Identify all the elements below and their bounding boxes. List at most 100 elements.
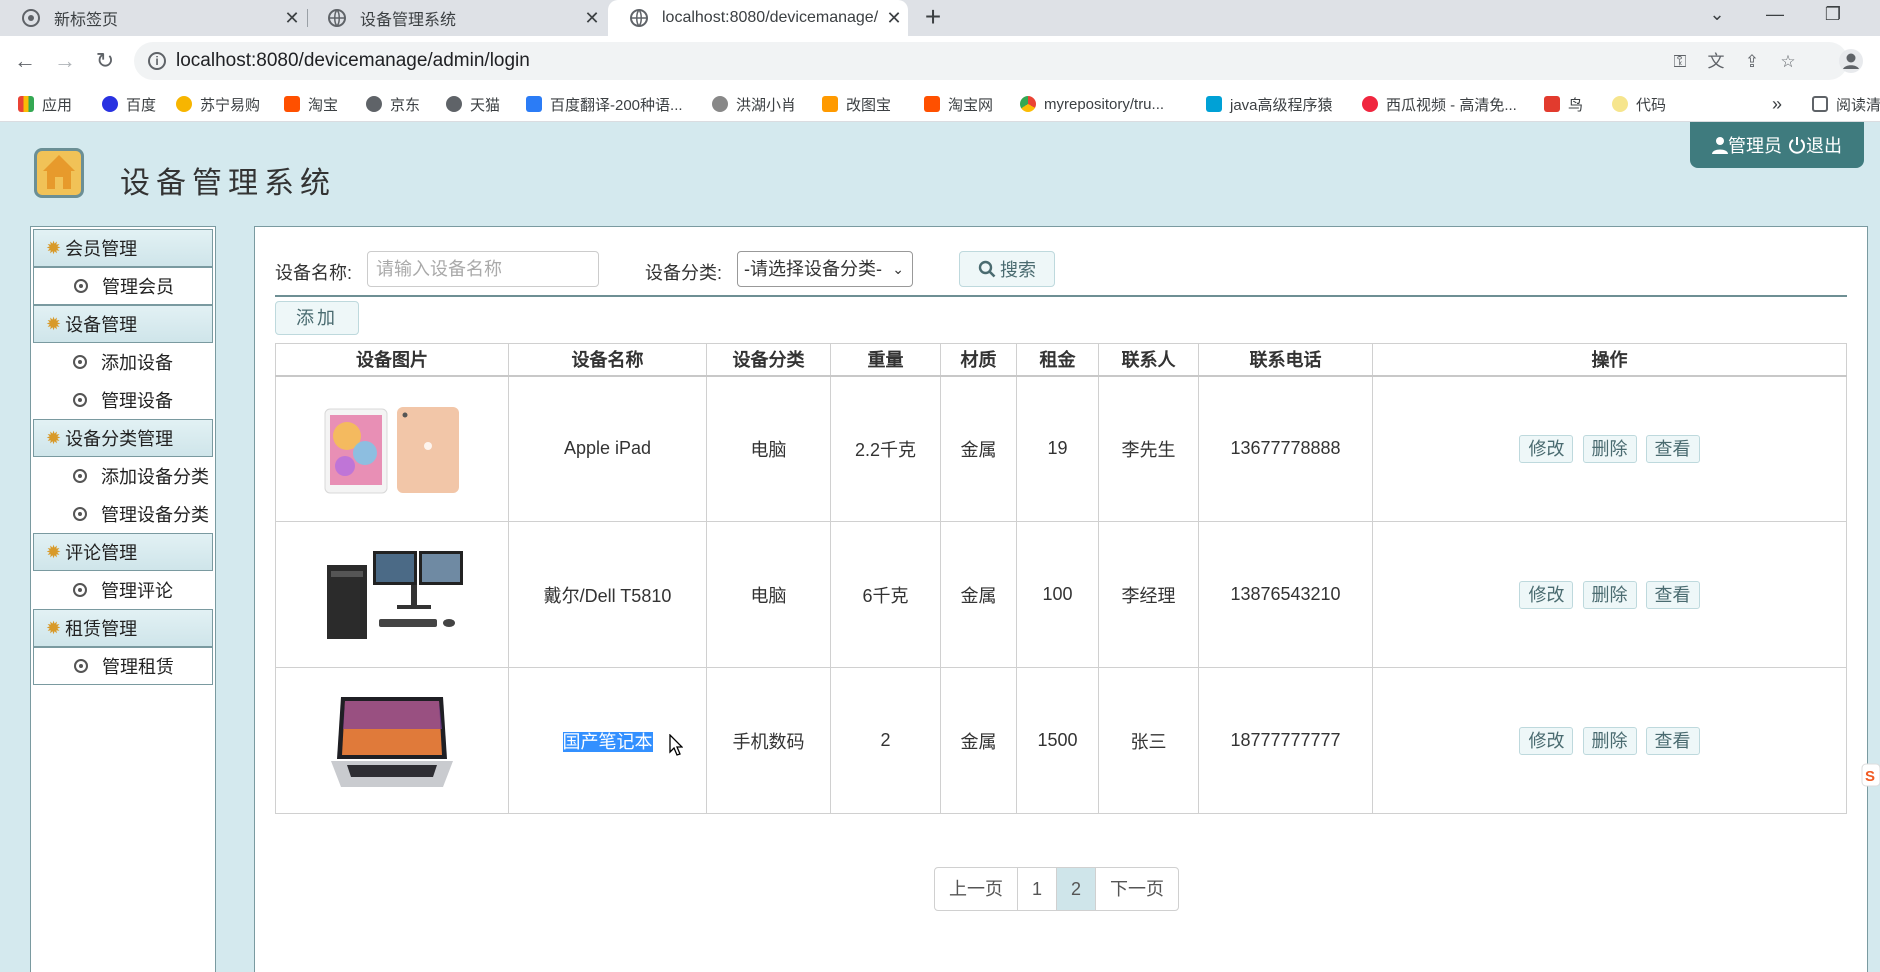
edit-button[interactable]: 修改	[1519, 434, 1574, 463]
xigua-video-icon	[1362, 96, 1378, 112]
bookmark-taobao-net[interactable]: 淘宝网	[924, 92, 993, 116]
sidebar-item-manage-categories[interactable]: 管理设备分类	[33, 495, 213, 533]
bookmark-label: 代码	[1636, 96, 1667, 114]
restore-icon[interactable]: ❐	[1804, 0, 1862, 32]
info-icon[interactable]: i	[148, 52, 166, 70]
view-button[interactable]: 查看	[1645, 580, 1700, 609]
delete-button[interactable]: 删除	[1582, 726, 1637, 755]
back-arrow-icon[interactable]: ←	[8, 44, 42, 78]
device-weight-cell: 6千克	[830, 521, 941, 668]
logout-link[interactable]: 退出	[1788, 132, 1842, 158]
profile-icon[interactable]	[1838, 48, 1864, 74]
bookmark-gaitubao[interactable]: 改图宝	[822, 92, 891, 116]
translate-icon[interactable]: 文	[1704, 50, 1728, 74]
bookmark-baidu-translate[interactable]: 百度翻译-200种语...	[526, 92, 683, 116]
reading-list[interactable]: 阅读清	[1812, 92, 1880, 116]
sidebar-item-manage-devices[interactable]: 管理设备	[33, 381, 213, 419]
sidebar-group-rentals[interactable]: ✹ 租赁管理	[33, 609, 213, 647]
bookmark-label: 西瓜视频 - 高清免...	[1386, 96, 1517, 114]
url-text[interactable]: localhost:8080/devicemanage/admin/login	[176, 50, 530, 72]
column-header: 操作	[1372, 343, 1847, 377]
browser-tab-device-system[interactable]: 设备管理系统 ✕	[306, 0, 606, 36]
sidebar-item-manage-comments[interactable]: 管理评论	[33, 571, 213, 609]
sidebar-group-comments[interactable]: ✹ 评论管理	[33, 533, 213, 571]
user-panel: 管理员 退出	[1690, 122, 1864, 168]
star-icon[interactable]: ☆	[1776, 50, 1800, 74]
home-icon[interactable]	[34, 148, 84, 198]
bookmark-code[interactable]: 代码	[1612, 92, 1666, 116]
globe-icon	[328, 9, 346, 27]
device-name-label: 设备名称:	[275, 263, 353, 283]
sidebar-group-label: 设备分类管理	[65, 429, 174, 449]
bookmark-label: 改图宝	[846, 96, 892, 114]
bookmark-jd[interactable]: 京东	[366, 92, 420, 116]
search-button[interactable]: 搜索	[959, 251, 1055, 287]
bookmark-taobao[interactable]: 淘宝	[284, 92, 338, 116]
main-panel: 设备名称: 设备分类: -请选择设备分类- ⌄ 搜索 添加 设备图片 设备名称 …	[254, 226, 1868, 972]
minimize-icon[interactable]: —	[1746, 0, 1804, 32]
device-name-input[interactable]	[367, 251, 599, 287]
bookmark-suning[interactable]: 苏宁易购	[176, 92, 260, 116]
delete-button[interactable]: 删除	[1582, 580, 1637, 609]
edit-button[interactable]: 修改	[1519, 726, 1574, 755]
radio-dot-icon	[73, 507, 87, 521]
share-icon[interactable]: ⇪	[1740, 50, 1764, 74]
prev-page-button[interactable]: 上一页	[934, 867, 1018, 911]
add-device-button[interactable]: 添加	[275, 301, 359, 335]
device-name-cell: 戴尔/Dell T5810	[508, 521, 707, 668]
sidebar-item-manage-rentals[interactable]: 管理租赁	[33, 647, 213, 685]
close-icon[interactable]: ✕	[278, 8, 306, 29]
sidebar-item-add-device[interactable]: 添加设备	[33, 343, 213, 381]
sidebar-item-label: 管理会员	[102, 277, 174, 297]
sidebar-item-manage-members[interactable]: 管理会员	[33, 267, 213, 305]
sidebar-group-device-categories[interactable]: ✹ 设备分类管理	[33, 419, 213, 457]
admin-link[interactable]: 管理员	[1712, 132, 1782, 158]
new-tab-button[interactable]: +	[918, 2, 948, 34]
browser-tab-active[interactable]: localhost:8080/devicemanage/ ✕	[608, 0, 908, 36]
page-content: 设备管理系统 管理员 退出 ✹ 会员管理 管理会员 ✹ 设备管理 添加设备 管理…	[0, 122, 1880, 972]
page-button-1[interactable]: 1	[1017, 867, 1058, 911]
close-icon[interactable]: ✕	[880, 8, 908, 29]
view-button[interactable]: 查看	[1645, 726, 1700, 755]
floating-widget-icon[interactable]: S	[1860, 762, 1880, 788]
sidebar-group-devices[interactable]: ✹ 设备管理	[33, 305, 213, 343]
bookmark-honghu[interactable]: 洪湖小肖	[712, 92, 796, 116]
delete-button[interactable]: 删除	[1582, 434, 1637, 463]
power-icon	[1789, 137, 1805, 154]
taobao-icon	[284, 96, 300, 112]
device-table: 设备图片 设备名称 设备分类 重量 材质 租金 联系人 联系电话 操作 Appl…	[275, 343, 1847, 814]
forward-arrow-icon[interactable]: →	[48, 44, 82, 78]
bookmark-bird[interactable]: 鸟	[1544, 92, 1583, 116]
bookmark-label: 淘宝网	[948, 96, 994, 114]
bookmark-myrepository[interactable]: myrepository/tru...	[1020, 92, 1164, 116]
tab-search-icon[interactable]: ⌄	[1688, 0, 1746, 32]
key-icon[interactable]: ⚿	[1668, 50, 1692, 74]
svg-text:S: S	[1865, 768, 1875, 785]
globe-icon	[630, 9, 648, 27]
bookmark-tmall[interactable]: 天猫	[446, 92, 500, 116]
address-bar[interactable]: i localhost:8080/devicemanage/admin/logi…	[134, 42, 1848, 80]
sidebar-item-add-category[interactable]: 添加设备分类	[33, 457, 213, 495]
more-bookmarks-icon[interactable]: »	[1772, 92, 1782, 116]
search-divider	[275, 295, 1847, 297]
page-button-2[interactable]: 2	[1056, 867, 1097, 911]
device-rent-cell: 100	[1016, 521, 1099, 668]
bookmark-baidu[interactable]: 百度	[102, 92, 156, 116]
bookmark-java[interactable]: java高级程序猿	[1206, 92, 1333, 116]
reload-icon[interactable]: ↻	[88, 44, 122, 78]
device-phone-cell: 13876543210	[1198, 521, 1373, 668]
close-icon[interactable]: ✕	[578, 8, 606, 29]
browser-tab-newtab[interactable]: 新标签页 ✕	[0, 0, 306, 36]
apps-grid-icon	[18, 96, 34, 112]
device-category-select[interactable]: -请选择设备分类- ⌄	[737, 251, 913, 287]
edit-button[interactable]: 修改	[1519, 580, 1574, 609]
bookmark-apps[interactable]: 应用	[18, 92, 72, 116]
device-rent-cell: 19	[1016, 375, 1099, 522]
bookmark-label: 淘宝	[308, 96, 339, 114]
view-button[interactable]: 查看	[1645, 434, 1700, 463]
globe-icon	[366, 96, 382, 112]
sidebar-group-members[interactable]: ✹ 会员管理	[33, 229, 213, 267]
next-page-button[interactable]: 下一页	[1095, 867, 1180, 911]
selected-device-name: 国产笔记本	[562, 731, 653, 752]
bookmark-xigua[interactable]: 西瓜视频 - 高清免...	[1362, 92, 1517, 116]
